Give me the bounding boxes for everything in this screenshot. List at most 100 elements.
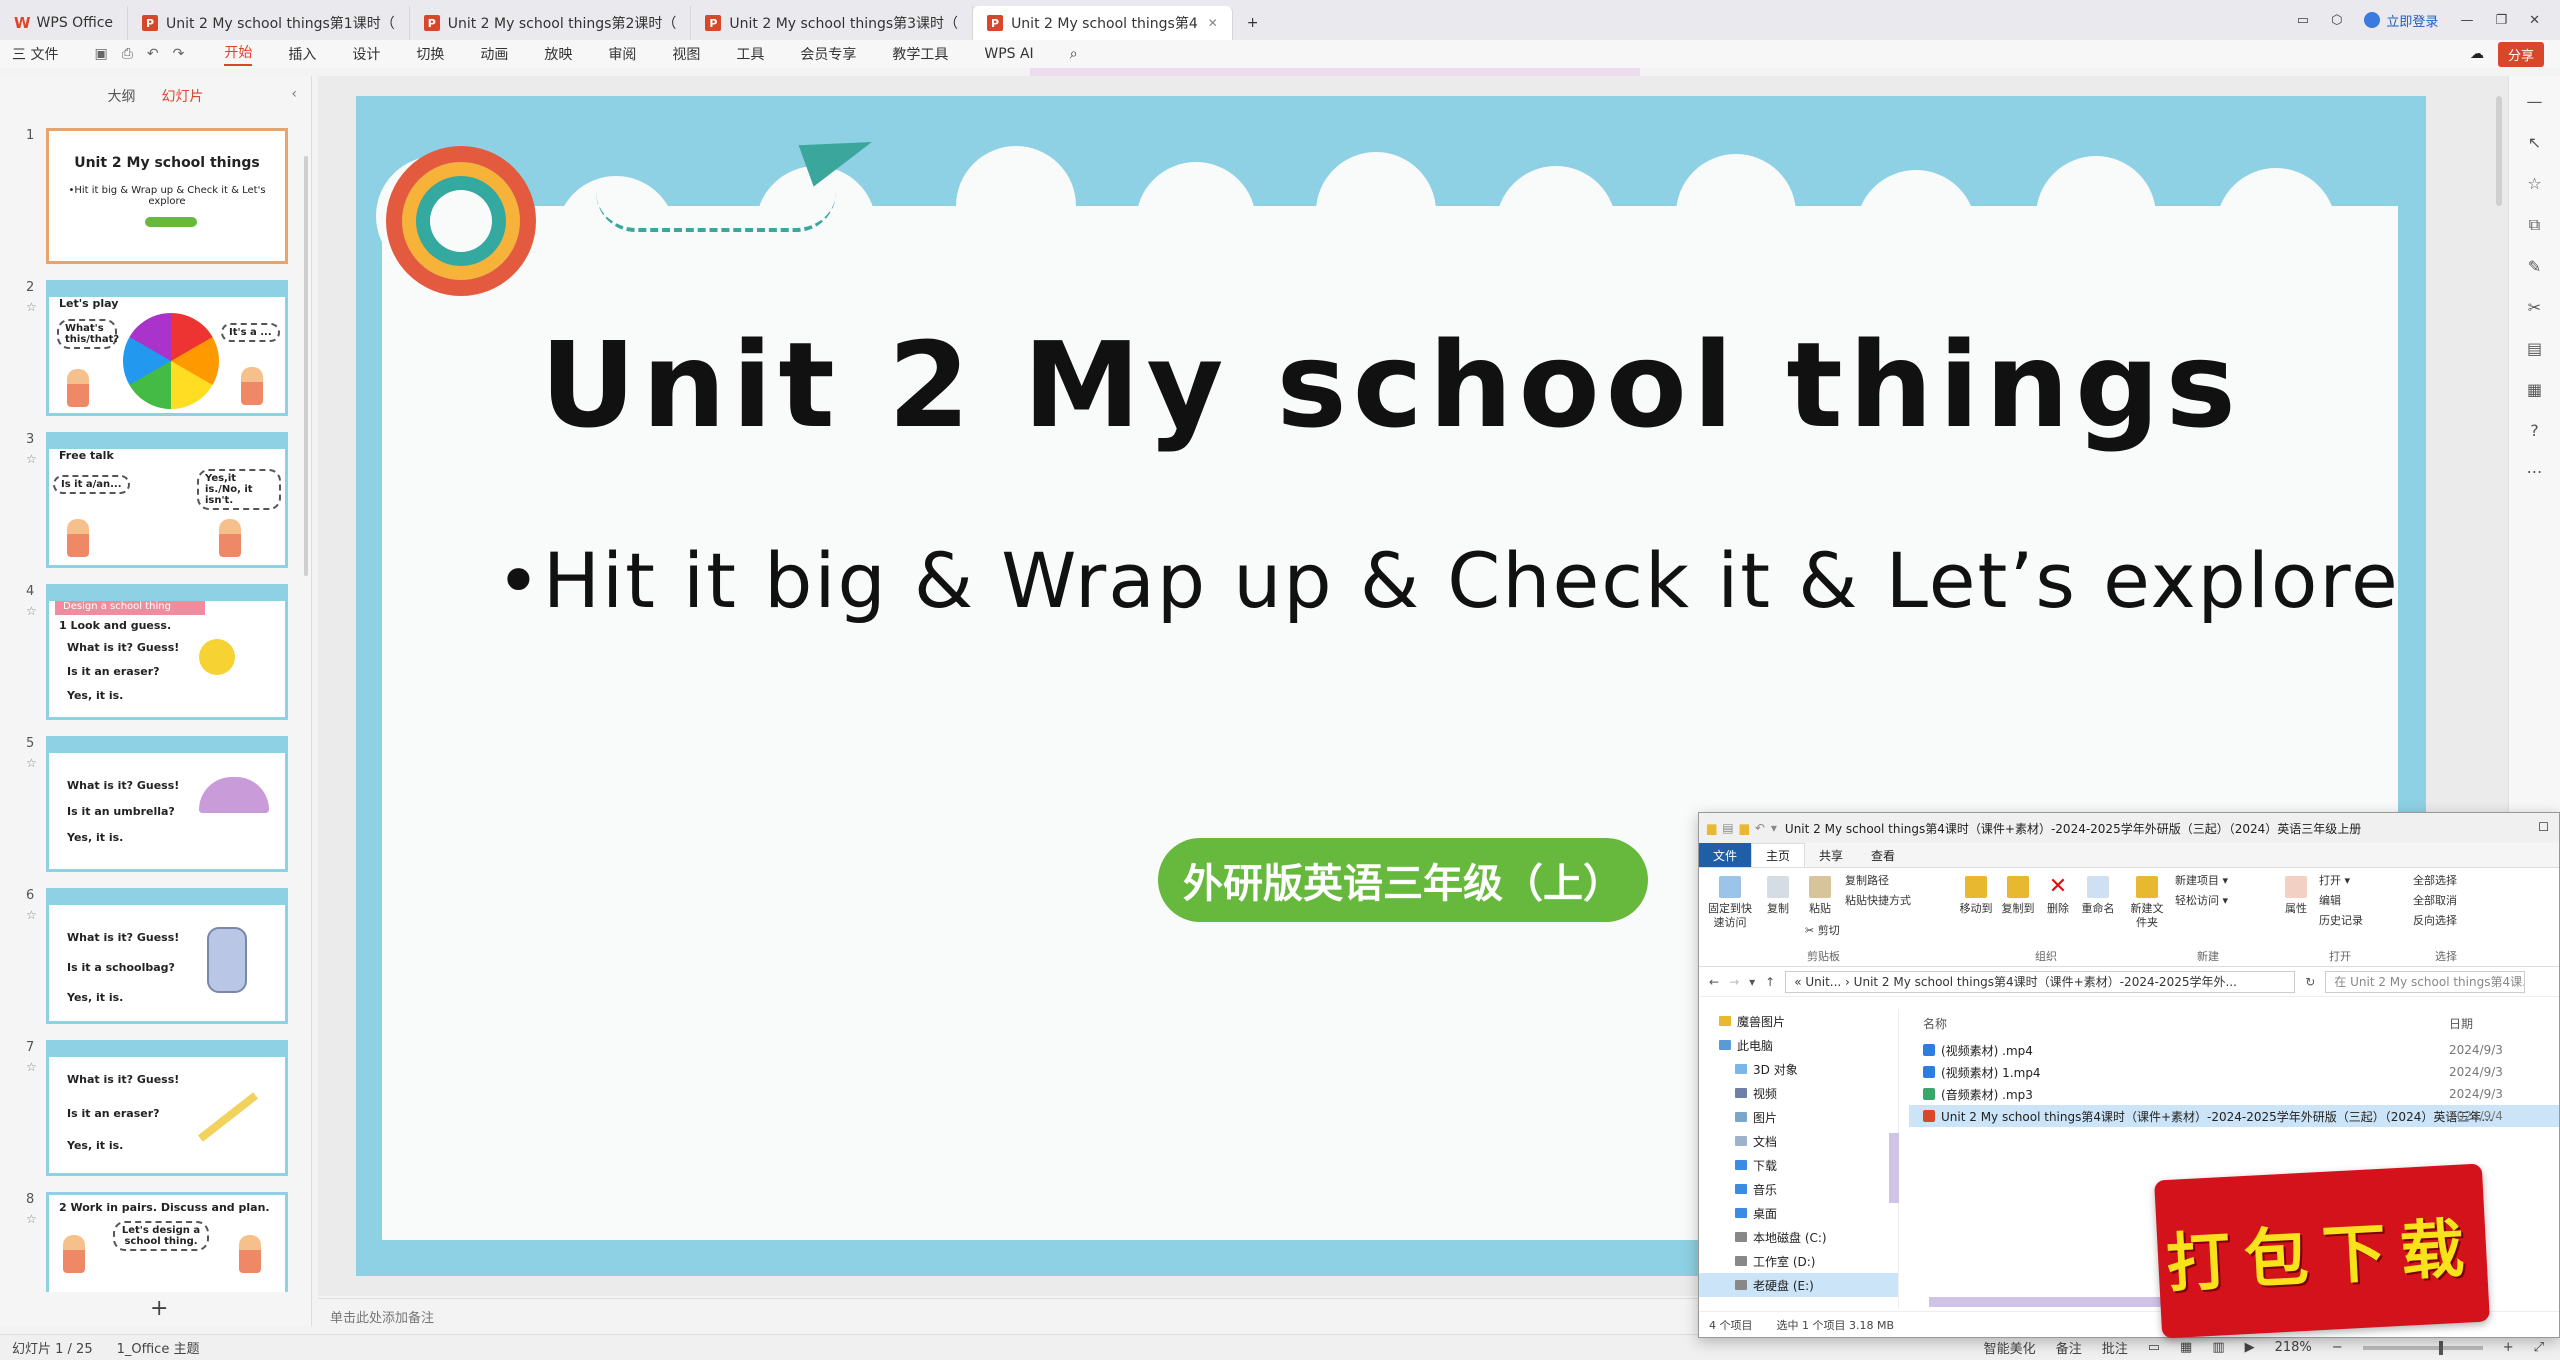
nav-item-pictures[interactable]: 图片	[1719, 1105, 1898, 1129]
tab-outline[interactable]: 大纲	[108, 86, 136, 106]
refresh-icon[interactable]: ↻	[2305, 975, 2315, 989]
slide-badge[interactable]: 外研版英语三年级（上）	[1158, 838, 1648, 922]
print-icon[interactable]: ⎙	[122, 46, 133, 62]
open-button[interactable]: 打开 ▾	[2319, 874, 2350, 888]
star-icon[interactable]: ☆	[2527, 174, 2541, 193]
forward-icon[interactable]: →	[1729, 975, 1739, 989]
maximize-icon[interactable]: ☐	[2538, 820, 2549, 834]
column-header-date[interactable]: 日期	[2449, 1015, 2473, 1032]
nav-item-music[interactable]: 音乐	[1719, 1177, 1898, 1201]
grid-view-icon[interactable]: ▦	[2180, 1340, 2192, 1355]
file-menu[interactable]: 三 文件	[12, 44, 58, 64]
slide-thumbnail-3[interactable]: 3 ☆ Free talk Is it a/an... Yes,it is./N…	[0, 432, 300, 572]
zoom-thumb[interactable]	[2438, 1340, 2443, 1355]
restore-icon[interactable]: ❐	[2495, 13, 2507, 28]
file-row[interactable]: (视频素材) 1.mp4 2024/9/3	[1909, 1061, 2559, 1083]
new-tab-button[interactable]: +	[1233, 6, 1273, 40]
menu-insert[interactable]: 插入	[288, 44, 316, 64]
invert-selection-button[interactable]: 反向选择	[2413, 914, 2457, 928]
nav-item-3d[interactable]: 3D 对象	[1719, 1057, 1898, 1081]
login-button[interactable]: 立即登录	[2364, 11, 2438, 30]
dropdown-icon[interactable]: ▾	[1771, 821, 1777, 835]
menu-slideshow[interactable]: 放映	[544, 44, 572, 64]
menu-animations[interactable]: 动画	[480, 44, 508, 64]
close-window-icon[interactable]: ✕	[2529, 13, 2540, 28]
pin-button[interactable]: 固定到快速访问	[1705, 876, 1755, 930]
menu-review[interactable]: 审阅	[608, 44, 636, 64]
menu-transitions[interactable]: 切换	[416, 44, 444, 64]
slide-title[interactable]: Unit 2 My school things	[356, 316, 2426, 454]
comments-toggle[interactable]: 批注	[2102, 1338, 2128, 1357]
ribbon-tab-view[interactable]: 查看	[1857, 843, 1909, 867]
slide-thumbnail-1[interactable]: 1 Unit 2 My school things •Hit it big & …	[0, 128, 300, 268]
fit-icon[interactable]: ⤢	[2534, 1340, 2544, 1355]
paste-button[interactable]: 粘贴	[1803, 876, 1837, 916]
select-all-button[interactable]: 全部选择	[2413, 874, 2457, 888]
nav-item-drive-e[interactable]: 老硬盘 (E:)	[1699, 1273, 1898, 1297]
zoom-in-icon[interactable]: +	[2503, 1340, 2514, 1355]
path-input[interactable]: « Unit... › Unit 2 My school things第4课时（…	[1785, 970, 2296, 993]
notes-input[interactable]: 单击此处添加备注	[318, 1298, 1698, 1332]
help-icon[interactable]: ?	[2530, 421, 2539, 440]
copy-icon[interactable]: ⧉	[2529, 215, 2540, 235]
menu-view[interactable]: 视图	[672, 44, 700, 64]
copy-path-button[interactable]: 复制路径	[1845, 874, 1889, 888]
collapse-icon[interactable]: ‹	[291, 86, 297, 102]
nav-item-folder[interactable]: 魔兽图片	[1719, 1009, 1898, 1033]
cube-icon[interactable]: ⬡	[2331, 13, 2342, 28]
add-slide-button[interactable]: +	[150, 1296, 168, 1321]
normal-view-icon[interactable]: ▭	[2148, 1340, 2160, 1355]
properties-button[interactable]: 属性	[2281, 876, 2311, 916]
reading-view-icon[interactable]: ▥	[2212, 1340, 2224, 1355]
slide-thumbnail-4[interactable]: 4 ☆ Design a school thing 1 Look and gue…	[0, 584, 300, 724]
undo-icon[interactable]: ↶	[147, 46, 159, 62]
up-icon[interactable]: ↑	[1765, 975, 1775, 989]
new-item-button[interactable]: 新建项目 ▾	[2175, 874, 2228, 888]
zoom-slider[interactable]	[2362, 1340, 2483, 1355]
new-folder-button[interactable]: 新建文件夹	[2127, 876, 2167, 930]
zoom-out-icon[interactable]: −	[2332, 1340, 2343, 1355]
explorer-titlebar[interactable]: ▆ ▤ ▆ ↶ ▾ Unit 2 My school things第4课时（课件…	[1699, 813, 2559, 843]
select-none-button[interactable]: 全部取消	[2413, 894, 2457, 908]
format-icon[interactable]: ▦	[2527, 380, 2542, 399]
redo-icon[interactable]: ↷	[173, 46, 185, 62]
tab-doc-1[interactable]: P Unit 2 My school things第1课时（	[128, 6, 410, 40]
nav-item-documents[interactable]: 文档	[1719, 1129, 1898, 1153]
ribbon-tab-home[interactable]: 主页	[1751, 843, 1806, 867]
undo-icon[interactable]: ↶	[1755, 821, 1765, 835]
file-row[interactable]: Unit 2 My school things第4课时（课件+素材）-2024-…	[1909, 1105, 2559, 1127]
nav-item-drive-d[interactable]: 工作室 (D:)	[1719, 1249, 1898, 1273]
cut-button[interactable]: ✂ 剪切	[1805, 924, 1840, 938]
layout-icon[interactable]: ▤	[2527, 339, 2542, 358]
zoom-level[interactable]: 218%	[2275, 1340, 2312, 1355]
search-input[interactable]: 在 Unit 2 My school things第4课...	[2325, 970, 2526, 993]
slide-thumbnail-2[interactable]: 2 ☆ Let's play What's this/that? It's a …	[0, 280, 300, 420]
theme-name[interactable]: 1_Office 主题	[117, 1338, 200, 1357]
more-icon[interactable]: ⋯	[2527, 462, 2543, 481]
beautify-button[interactable]: 智能美化	[1984, 1338, 2036, 1357]
file-row[interactable]: (音频素材) .mp3 2024/9/3	[1909, 1083, 2559, 1105]
copy-to-button[interactable]: 复制到	[1999, 876, 2037, 916]
nav-scrollbar[interactable]	[1889, 1133, 1899, 1203]
menu-member[interactable]: 会员专享	[800, 44, 856, 64]
move-to-button[interactable]: 移动到	[1957, 876, 1995, 916]
nav-item-drive-c[interactable]: 本地磁盘 (C:)	[1719, 1225, 1898, 1249]
edit-button[interactable]: 编辑	[2319, 894, 2341, 908]
rename-button[interactable]: 重命名	[2079, 876, 2117, 916]
ribbon-tab-file[interactable]: 文件	[1699, 843, 1752, 867]
menu-tools[interactable]: 工具	[736, 44, 764, 64]
nav-item-videos[interactable]: 视频	[1719, 1081, 1898, 1105]
minus-icon[interactable]: —	[2527, 92, 2543, 111]
slide-thumbnail-8[interactable]: 8 ☆ 2 Work in pairs. Discuss and plan. L…	[0, 1192, 300, 1292]
share-button[interactable]: 分享	[2497, 41, 2544, 67]
slide-thumbnail-7[interactable]: 7 ☆ What is it? Guess! Is it an eraser? …	[0, 1040, 300, 1180]
tab-wps-home[interactable]: W WPS Office	[0, 6, 129, 40]
tab-slides[interactable]: 幻灯片	[162, 86, 204, 106]
easy-access-button[interactable]: 轻松访问 ▾	[2175, 894, 2228, 908]
tab-doc-2[interactable]: P Unit 2 My school things第2课时（	[410, 6, 692, 40]
download-promo-stamp[interactable]: 打包下载	[2154, 1163, 2490, 1339]
file-row[interactable]: (视频素材) .mp4 2024/9/3	[1909, 1039, 2559, 1061]
slide-subtitle[interactable]: •Hit it big & Wrap up & Check it & Let’s…	[496, 536, 2400, 625]
recent-icon[interactable]: ▾	[1749, 975, 1755, 989]
delete-button[interactable]: ✕ 删除	[2043, 876, 2073, 916]
